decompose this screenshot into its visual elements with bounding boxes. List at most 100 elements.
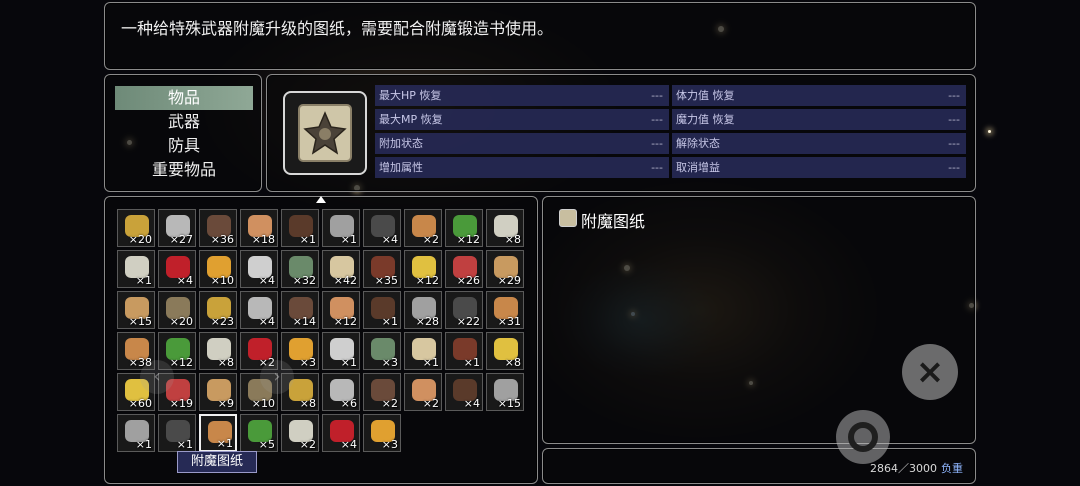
inventory-slot[interactable]: ×1	[404, 332, 442, 370]
item-count: ×2	[381, 397, 398, 410]
inventory-slot[interactable]: ×32	[281, 250, 319, 288]
stat-max-hp: 最大HP 恢复 ---	[375, 85, 669, 106]
weight-current: 2864	[870, 462, 898, 475]
inventory-slot[interactable]: ×1	[117, 250, 155, 288]
inventory-slot[interactable]: ×4	[322, 414, 360, 452]
inventory-slot[interactable]: ×18	[240, 209, 278, 247]
inventory-slot[interactable]: ×4	[363, 209, 401, 247]
inventory-slot[interactable]: ×2	[404, 373, 442, 411]
inventory-slot[interactable]: ×28	[404, 291, 442, 329]
inventory-slot[interactable]: ×1	[322, 209, 360, 247]
stat-remove-status: 解除状态 ---	[672, 133, 966, 154]
confirm-button[interactable]	[836, 410, 890, 464]
item-count: ×4	[340, 438, 357, 451]
inventory-slot[interactable]: ×20	[117, 209, 155, 247]
item-count: ×4	[258, 315, 275, 328]
cursor-arrow-icon	[316, 196, 326, 203]
item-count: ×4	[258, 274, 275, 287]
item-count: ×8	[217, 356, 234, 369]
inventory-slot[interactable]: ×12	[322, 291, 360, 329]
item-name: 附魔图纸	[581, 212, 646, 231]
inventory-slot[interactable]: ×15	[486, 373, 524, 411]
item-count: ×12	[456, 233, 480, 246]
item-detail-panel: 附魔图纸	[542, 196, 976, 444]
item-count: ×23	[210, 315, 234, 328]
weight-separator: ／	[898, 462, 909, 475]
inventory-slot[interactable]: ×4	[445, 373, 483, 411]
item-count: ×2	[299, 438, 316, 451]
inventory-slot[interactable]: ×2	[281, 414, 319, 452]
item-count: ×4	[463, 397, 480, 410]
category-armor[interactable]: 防具	[115, 134, 253, 158]
circle-icon	[848, 422, 878, 452]
category-weapons[interactable]: 武器	[115, 110, 253, 134]
description-panel: 一种给特殊武器附魔升级的图纸，需要配合附魔锻造书使用。	[104, 2, 976, 70]
inventory-slot[interactable]: ×2	[404, 209, 442, 247]
item-count: ×1	[176, 438, 193, 451]
inventory-slot[interactable]: ×6	[322, 373, 360, 411]
item-count: ×42	[333, 274, 357, 287]
item-description: 一种给特殊武器附魔升级的图纸，需要配合附魔锻造书使用。	[121, 19, 554, 38]
inventory-slot[interactable]: ×4	[158, 250, 196, 288]
inventory-slot[interactable]: ×12	[404, 250, 442, 288]
inventory-slot[interactable]: ×5	[240, 414, 278, 452]
inventory-slot[interactable]: ×1	[322, 332, 360, 370]
inventory-slot[interactable]: ×29	[486, 250, 524, 288]
item-count: ×3	[381, 356, 398, 369]
inventory-slot[interactable]: ×3	[363, 332, 401, 370]
inventory-slot[interactable]: ×36	[199, 209, 237, 247]
item-count: ×8	[299, 397, 316, 410]
stat-stamina: 体力值 恢复 ---	[672, 85, 966, 106]
item-count: ×1	[135, 274, 152, 287]
inventory-slot[interactable]: ×23	[199, 291, 237, 329]
item-count: ×1	[340, 356, 357, 369]
inventory-slot[interactable]: ×10	[199, 250, 237, 288]
inventory-slot[interactable]: ×26	[445, 250, 483, 288]
item-count: ×35	[374, 274, 398, 287]
stat-cancel-buff: 取消增益 ---	[672, 157, 966, 178]
item-count: ×5	[258, 438, 275, 451]
category-items[interactable]: 物品	[115, 86, 253, 110]
item-count: ×20	[128, 233, 152, 246]
inventory-slot[interactable]: ×9	[199, 373, 237, 411]
enchant-blueprint-icon	[559, 209, 577, 227]
inventory-slot[interactable]: ×1	[117, 414, 155, 452]
inventory-slot[interactable]: ×1	[281, 209, 319, 247]
inventory-slot[interactable]: ×1	[158, 414, 196, 452]
item-count: ×2	[422, 233, 439, 246]
category-key-items[interactable]: 重要物品	[115, 158, 253, 182]
inventory-slot[interactable]: ×1	[363, 291, 401, 329]
inventory-slot[interactable]: ×4	[240, 250, 278, 288]
inventory-slot[interactable]: ×27	[158, 209, 196, 247]
inventory-slot[interactable]: ×8	[199, 332, 237, 370]
inventory-slot[interactable]: ×1	[199, 414, 237, 452]
inventory-panel: ×20 ×27 ×36 ×18 ×1 ×1 ×4 ×2 ×12 ×8 ×1 ×4 ×10 ×4 ×32 ×42…	[104, 196, 538, 484]
page-left-arrow-icon[interactable]: ‹	[140, 360, 174, 394]
weight-readout: 2864／3000 负重	[870, 460, 963, 476]
item-count: ×60	[128, 397, 152, 410]
item-count: ×19	[169, 397, 193, 410]
item-count: ×18	[251, 233, 275, 246]
item-count: ×1	[216, 437, 233, 450]
item-count: ×12	[169, 356, 193, 369]
inventory-slot[interactable]: ×15	[117, 291, 155, 329]
item-count: ×22	[456, 315, 480, 328]
inventory-slot[interactable]: ×42	[322, 250, 360, 288]
page-right-arrow-icon[interactable]: ›	[260, 360, 294, 394]
close-button[interactable]: ×	[902, 344, 958, 400]
inventory-slot[interactable]: ×4	[240, 291, 278, 329]
inventory-slot[interactable]: ×22	[445, 291, 483, 329]
inventory-slot[interactable]: ×12	[445, 209, 483, 247]
inventory-slot[interactable]: ×35	[363, 250, 401, 288]
stat-magic: 魔力值 恢复 ---	[672, 109, 966, 130]
item-count: ×26	[456, 274, 480, 287]
item-count: ×8	[504, 356, 521, 369]
inventory-slot[interactable]: ×20	[158, 291, 196, 329]
inventory-slot[interactable]: ×1	[445, 332, 483, 370]
inventory-slot[interactable]: ×2	[363, 373, 401, 411]
inventory-slot[interactable]: ×31	[486, 291, 524, 329]
inventory-slot[interactable]: ×14	[281, 291, 319, 329]
inventory-slot[interactable]: ×8	[486, 209, 524, 247]
inventory-slot[interactable]: ×3	[363, 414, 401, 452]
inventory-slot[interactable]: ×8	[486, 332, 524, 370]
